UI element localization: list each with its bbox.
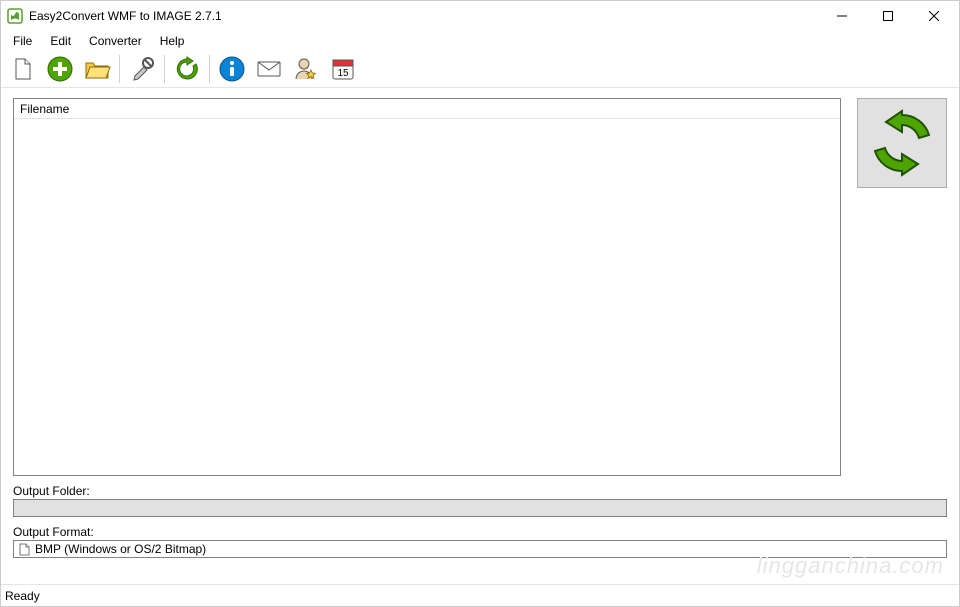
minimize-button[interactable] bbox=[819, 1, 865, 31]
window-title: Easy2Convert WMF to IMAGE 2.7.1 bbox=[29, 9, 819, 23]
open-folder-button[interactable] bbox=[79, 53, 115, 86]
output-folder-label: Output Folder: bbox=[13, 484, 947, 498]
calendar-button[interactable]: 15 bbox=[325, 53, 361, 86]
statusbar: Ready bbox=[1, 584, 959, 606]
toolbar-separator bbox=[209, 55, 210, 83]
mail-button[interactable] bbox=[251, 53, 287, 86]
refresh-button[interactable] bbox=[169, 53, 205, 86]
menubar: File Edit Converter Help bbox=[1, 31, 959, 51]
output-format-field[interactable]: BMP (Windows or OS/2 Bitmap) bbox=[13, 540, 947, 558]
app-icon bbox=[7, 8, 23, 24]
new-file-button[interactable] bbox=[5, 53, 41, 86]
status-text: Ready bbox=[5, 589, 40, 603]
client-area: Filename Output Folder: Output Format: B… bbox=[1, 88, 959, 576]
output-format-value: BMP (Windows or OS/2 Bitmap) bbox=[35, 542, 206, 556]
output-folder-field[interactable] bbox=[13, 499, 947, 517]
toolbar-separator bbox=[119, 55, 120, 83]
svg-text:15: 15 bbox=[337, 68, 349, 79]
output-format-label: Output Format: bbox=[13, 525, 947, 539]
menu-converter[interactable]: Converter bbox=[81, 33, 150, 49]
settings-button[interactable] bbox=[124, 53, 160, 86]
file-list-body[interactable] bbox=[14, 119, 840, 475]
menu-edit[interactable]: Edit bbox=[42, 33, 79, 49]
titlebar: Easy2Convert WMF to IMAGE 2.7.1 bbox=[1, 1, 959, 31]
toolbar: 15 bbox=[1, 51, 959, 88]
info-button[interactable] bbox=[214, 53, 250, 86]
menu-file[interactable]: File bbox=[5, 33, 40, 49]
close-button[interactable] bbox=[911, 1, 957, 31]
window-controls bbox=[819, 1, 957, 31]
file-list[interactable]: Filename bbox=[13, 98, 841, 476]
menu-help[interactable]: Help bbox=[152, 33, 193, 49]
user-star-button[interactable] bbox=[288, 53, 324, 86]
app-window: Easy2Convert WMF to IMAGE 2.7.1 File Edi… bbox=[0, 0, 960, 607]
file-list-header[interactable]: Filename bbox=[14, 99, 840, 119]
document-icon bbox=[17, 542, 31, 556]
convert-button[interactable] bbox=[857, 98, 947, 188]
filename-column-header: Filename bbox=[20, 102, 69, 116]
add-file-button[interactable] bbox=[42, 53, 78, 86]
maximize-button[interactable] bbox=[865, 1, 911, 31]
toolbar-separator bbox=[164, 55, 165, 83]
